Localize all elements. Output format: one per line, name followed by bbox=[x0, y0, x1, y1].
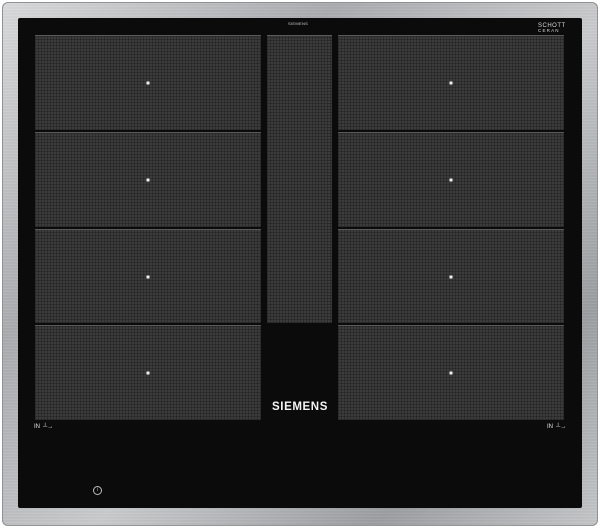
zone-center-marker bbox=[146, 371, 150, 375]
cooking-zone-left-3[interactable] bbox=[35, 229, 261, 323]
center-bridge-strip[interactable] bbox=[267, 35, 332, 323]
zone-center-marker bbox=[146, 178, 150, 182]
induction-symbol-icon: ┴→ bbox=[43, 424, 54, 430]
zone-center-marker bbox=[449, 275, 453, 278]
zone-center-marker bbox=[449, 178, 453, 182]
cooking-zone-left-4[interactable] bbox=[35, 325, 261, 420]
cooking-zone-right-1[interactable] bbox=[338, 35, 564, 130]
induction-symbol-icon: ┴→ bbox=[556, 424, 567, 430]
zone-center-marker bbox=[146, 275, 150, 278]
brand-logo: SIEMENS bbox=[272, 401, 328, 413]
cooking-zone-left-1[interactable] bbox=[35, 35, 261, 130]
left-induction-indicator: IN ┴→ bbox=[34, 424, 53, 430]
ceran-text: CERAN bbox=[538, 28, 560, 33]
left-in-text: IN bbox=[34, 424, 40, 430]
cooking-zone-right-3[interactable] bbox=[338, 229, 564, 323]
zone-center-marker bbox=[449, 371, 453, 375]
cooking-zone-right-4[interactable] bbox=[338, 325, 564, 420]
cooking-zone-left-2[interactable] bbox=[35, 132, 261, 227]
zone-center-marker bbox=[449, 81, 453, 85]
cooking-zone-right-2[interactable] bbox=[338, 132, 564, 227]
right-induction-indicator: IN ┴→ bbox=[547, 424, 566, 430]
right-in-text: IN bbox=[547, 424, 553, 430]
zone-center-marker bbox=[146, 81, 150, 85]
info-icon[interactable]: i bbox=[93, 486, 102, 495]
top-brand-mark: SIEMENS bbox=[288, 21, 309, 26]
